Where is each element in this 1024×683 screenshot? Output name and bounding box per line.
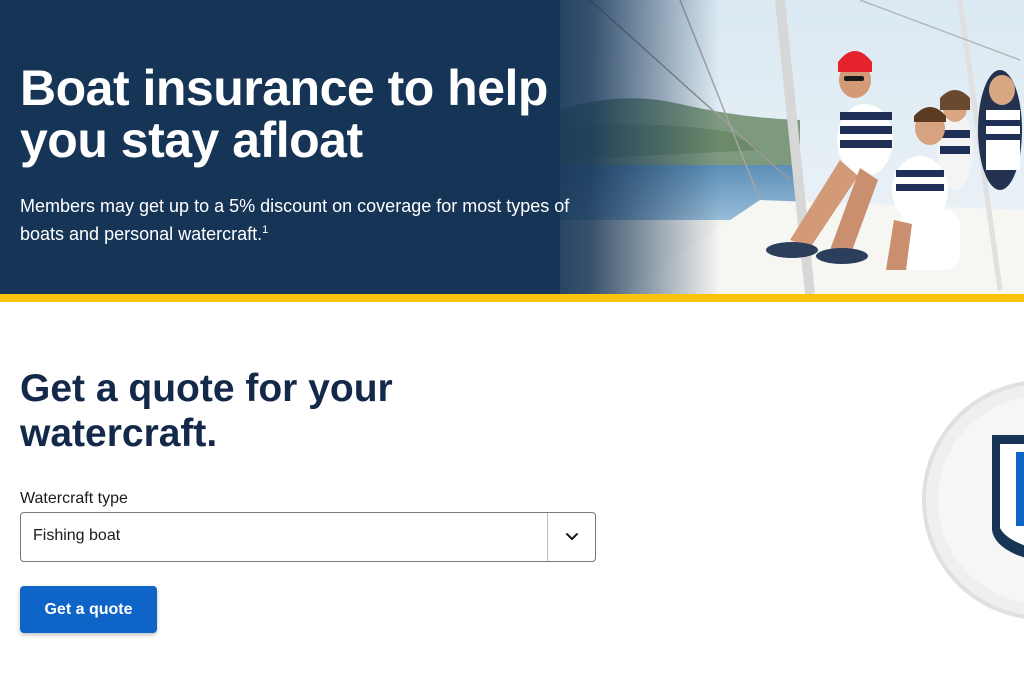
footnote-marker[interactable]: 1 bbox=[262, 224, 268, 236]
selected-watercraft: Fishing boat bbox=[33, 527, 121, 544]
hero-subtitle: Members may get up to a 5% discount on c… bbox=[20, 192, 580, 248]
hero-banner: Boat insurance to help you stay afloat M… bbox=[0, 0, 1024, 294]
watercraft-type-label: Watercraft type bbox=[20, 490, 128, 507]
shield-badge-icon bbox=[922, 380, 1024, 620]
hero-title: Boat insurance to help you stay afloat bbox=[20, 60, 548, 168]
chevron-down-icon[interactable] bbox=[548, 513, 595, 561]
watercraft-type-select[interactable]: Fishing boat bbox=[20, 512, 596, 562]
quote-heading: Get a quote for your watercraft. bbox=[20, 367, 393, 455]
accent-divider bbox=[0, 294, 1024, 302]
get-a-quote-button[interactable]: Get a quote bbox=[20, 586, 157, 633]
hero-subtitle-text: Members may get up to a 5% discount on c… bbox=[20, 196, 570, 244]
